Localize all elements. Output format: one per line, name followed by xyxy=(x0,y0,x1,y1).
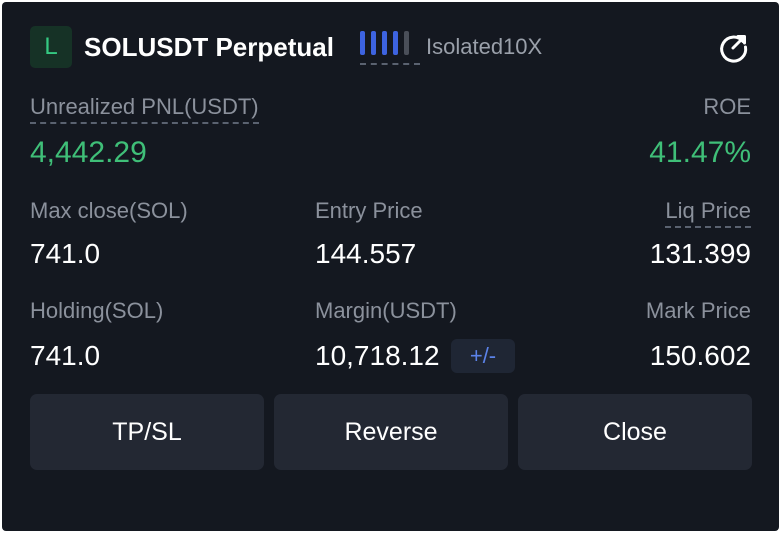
reverse-button[interactable]: Reverse xyxy=(274,394,508,470)
adjust-margin-button[interactable]: +/- xyxy=(451,339,515,373)
liq-price-label[interactable]: Liq Price xyxy=(665,197,751,228)
mark-price-value: 150.602 xyxy=(649,340,751,371)
leverage-bar xyxy=(404,31,409,55)
entry-price-value: 144.557 xyxy=(315,238,417,269)
holding-value: 741.0 xyxy=(30,340,101,371)
leverage-bar xyxy=(393,31,398,55)
liq-price-value: 131.399 xyxy=(649,238,751,269)
entry-price-label: Entry Price xyxy=(315,198,423,223)
mark-price-label: Mark Price xyxy=(645,298,751,323)
position-card: L SOLUSDT Perpetual Isolated10X Unrealiz… xyxy=(2,2,779,531)
margin-label: Margin(USDT) xyxy=(315,298,457,323)
close-position-button[interactable]: Close xyxy=(518,394,752,470)
position-header: L SOLUSDT Perpetual Isolated10X xyxy=(30,26,751,68)
long-side-badge: L xyxy=(30,26,72,68)
leverage-bar xyxy=(371,31,376,55)
leverage-indicator[interactable] xyxy=(360,29,420,65)
max-close-value: 741.0 xyxy=(30,238,101,269)
max-close-label: Max close(SOL) xyxy=(30,198,188,223)
leverage-bar xyxy=(382,31,387,55)
symbol-title[interactable]: SOLUSDT Perpetual xyxy=(84,30,334,64)
tpsl-button[interactable]: TP/SL xyxy=(30,394,264,470)
unrealized-pnl-label[interactable]: Unrealized PNL(USDT) xyxy=(30,93,259,124)
holding-label: Holding(SOL) xyxy=(30,298,164,323)
share-icon[interactable] xyxy=(717,30,751,64)
roe-label: ROE xyxy=(703,94,751,119)
margin-mode-label[interactable]: Isolated10X xyxy=(426,32,542,62)
margin-value: 10,718.12 xyxy=(315,340,440,371)
unrealized-pnl-value: 4,442.29 xyxy=(30,136,147,169)
leverage-bar xyxy=(360,31,365,55)
roe-value: 41.47% xyxy=(649,136,751,169)
